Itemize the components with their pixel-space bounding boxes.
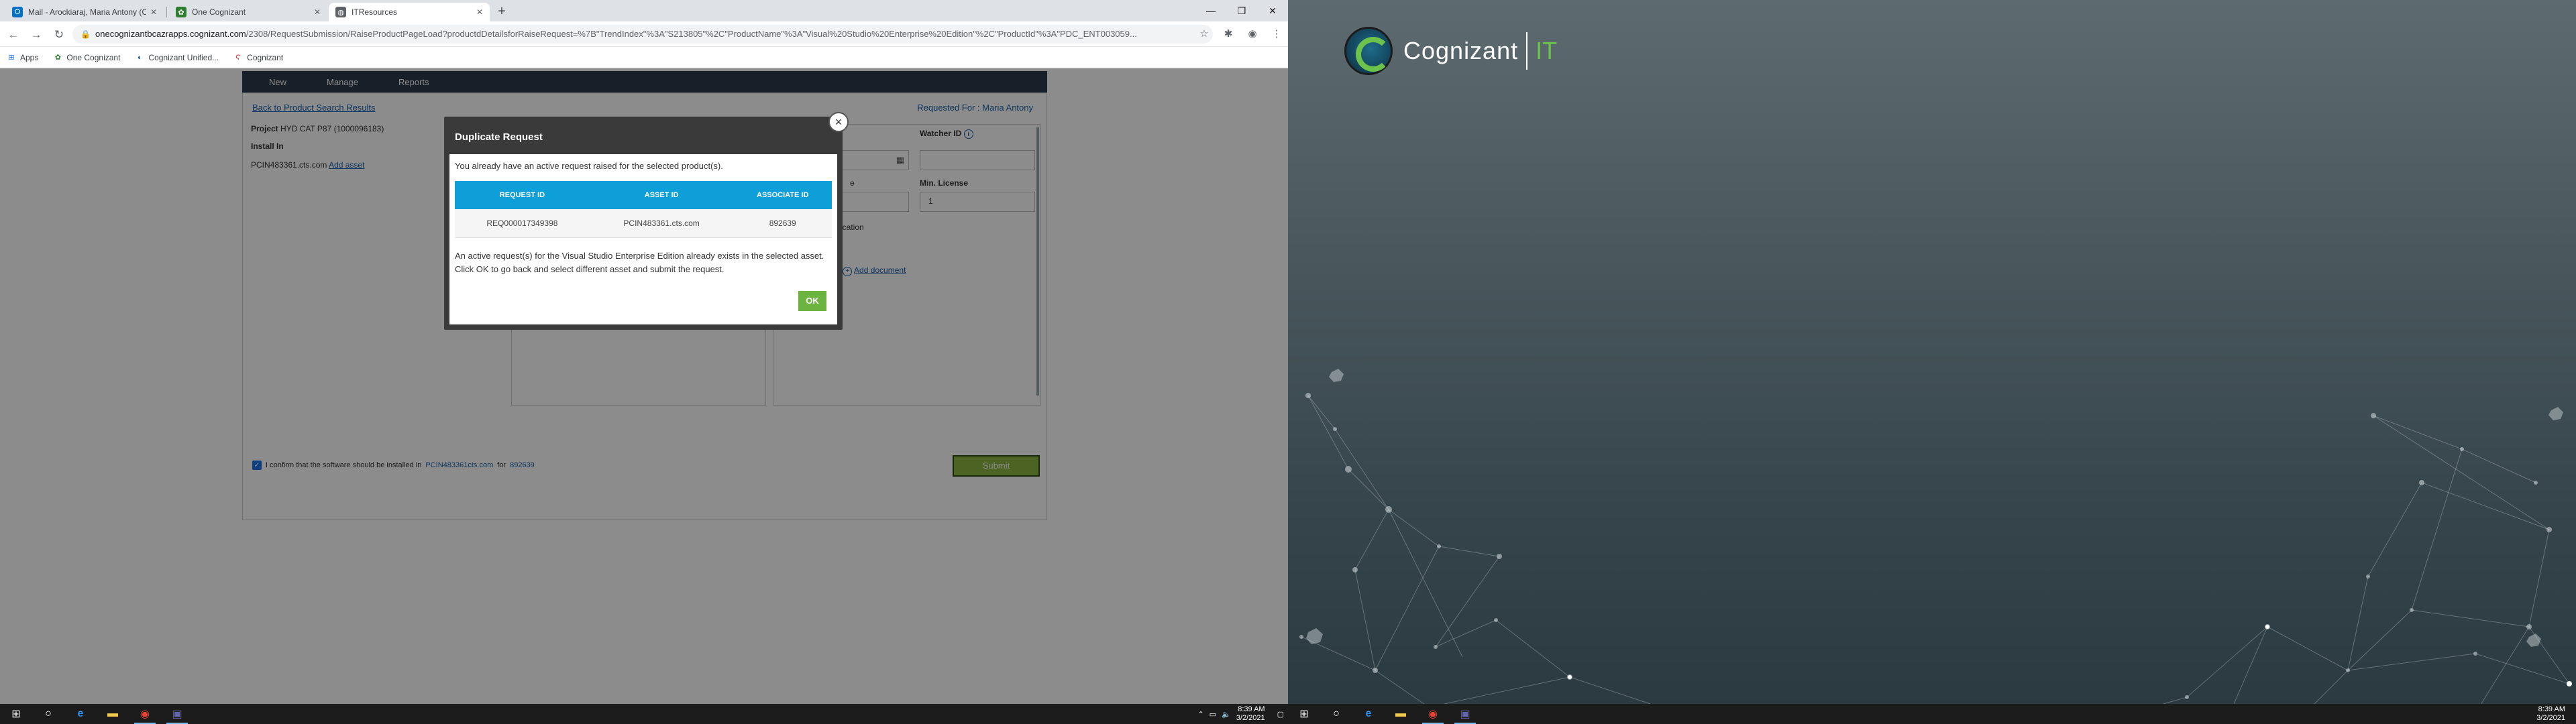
asset-id-cell: PCIN483361.cts.com [589, 209, 734, 238]
back-arrow-icon[interactable]: ← [5, 27, 21, 43]
one-cognizant-icon: ✿ [54, 53, 61, 62]
system-tray: ⌃ ▭ 🔈 8:39 AM 3/2/2021 ▢ [1197, 704, 1288, 724]
close-window-icon[interactable]: ✕ [1257, 0, 1288, 21]
logo-divider [1526, 32, 1528, 70]
bookmark-cognizant[interactable]: Ϛ Cognizant [233, 53, 283, 62]
network-background [1288, 369, 2572, 724]
monitor-2: Cognizant IT ⊞ ○ e ▬ ◉ ▣ 8:39 AM 3/2/202… [1288, 0, 2576, 724]
close-icon[interactable]: ✕ [476, 7, 483, 17]
column-header: REQUEST ID [455, 181, 590, 209]
globe-icon: ◍ [335, 7, 346, 17]
window-controls: — ❐ ✕ [1195, 0, 1288, 21]
chrome-icon[interactable]: ◉ [129, 704, 161, 724]
logo-word: Cognizant [1403, 37, 1519, 64]
tab-strip: O Mail - Arockiaraj, Maria Antony (Cogni… [0, 0, 1288, 21]
tab-itresources[interactable]: ◍ ITResources ✕ [329, 3, 490, 21]
close-icon[interactable]: ✕ [314, 7, 321, 17]
monitor-1: O Mail - Arockiaraj, Maria Antony (Cogni… [0, 0, 1288, 724]
profile-icon[interactable]: ◉ [1245, 27, 1260, 42]
edge-icon[interactable]: e [64, 704, 97, 724]
maximize-icon[interactable]: ❐ [1226, 0, 1257, 21]
cognizant-unified-icon: ◐ [138, 53, 142, 62]
taskbar: ⊞ ○ e ▬ ◉ ▣ ⌃ ▭ 🔈 8:39 AM 3/2/2021 ▢ [0, 704, 1288, 724]
teams-icon[interactable]: ▣ [1449, 704, 1481, 724]
outlook-icon: O [12, 7, 23, 17]
system-tray-2: 8:39 AM 3/2/2021 [2536, 704, 2576, 724]
logo-suffix: IT [1536, 37, 1558, 64]
notification-icon[interactable]: ▢ [1277, 710, 1284, 719]
search-icon[interactable]: ○ [32, 704, 64, 724]
cognizant-it-logo: Cognizant IT [1344, 27, 1557, 75]
bookmark-cognizant-unified[interactable]: ◐ Cognizant Unified... [135, 53, 219, 62]
edge-icon[interactable]: e [1352, 704, 1385, 724]
associate-id-cell: 892639 [733, 209, 832, 238]
dialog-title: Duplicate Request [449, 123, 837, 154]
extensions-icon[interactable]: ✱ [1221, 27, 1236, 42]
bookmark-apps[interactable]: ⊞ Apps [7, 53, 38, 62]
volume-icon[interactable]: 🔈 [1222, 710, 1231, 719]
chevron-up-icon[interactable]: ⌃ [1197, 710, 1203, 719]
minimize-icon[interactable]: — [1195, 0, 1226, 21]
star-icon[interactable]: ☆ [1197, 27, 1212, 42]
dialog-message: You already have an active request raise… [455, 161, 723, 171]
bookmarks-bar: ⊞ Apps ✿ One Cognizant ◐ Cognizant Unified.… [0, 47, 1288, 68]
new-tab-button[interactable]: + [494, 4, 510, 20]
cognizant-icon: Ϛ [235, 53, 241, 62]
start-icon[interactable]: ⊞ [1288, 704, 1320, 724]
tab-one-cognizant[interactable]: ✿ One Cognizant ✕ [169, 3, 327, 21]
request-id-cell: REQ000017349398 [455, 209, 590, 238]
forward-arrow-icon[interactable]: → [28, 27, 44, 43]
dialog-close-button[interactable]: × [828, 112, 849, 132]
lock-icon: 🔒 [80, 29, 91, 39]
file-explorer-icon[interactable]: ▬ [1385, 704, 1417, 724]
tab-separator [166, 7, 167, 17]
address-bar[interactable]: 🔒 onecognizantbcazrapps.cognizant.com/23… [72, 25, 1213, 44]
taskbar-2: ⊞ ○ e ▬ ◉ ▣ 8:39 AM 3/2/2021 [1288, 704, 2576, 724]
clock-2[interactable]: 8:39 AM 3/2/2021 [2536, 705, 2565, 723]
column-header: ASSOCIATE ID [733, 181, 832, 209]
cognizant-logo-mark [1344, 27, 1393, 75]
column-header: ASSET ID [589, 181, 734, 209]
one-cognizant-icon: ✿ [176, 7, 186, 17]
toolbar-icons: ☆ ✱ ◉ ⋮ [1197, 27, 1284, 42]
reload-icon[interactable]: ↻ [51, 27, 67, 43]
search-icon[interactable]: ○ [1320, 704, 1352, 724]
bookmark-one-cognizant[interactable]: ✿ One Cognizant [53, 53, 121, 62]
table-row: REQ000017349398 PCIN483361.cts.com 89263… [455, 209, 832, 238]
start-icon[interactable]: ⊞ [0, 704, 32, 724]
close-icon[interactable]: ✕ [150, 7, 157, 17]
teams-icon[interactable]: ▣ [161, 704, 193, 724]
dialog-note: An active request(s) for the Visual Stud… [455, 251, 824, 274]
menu-icon[interactable]: ⋮ [1269, 27, 1284, 42]
ok-button[interactable]: OK [798, 291, 826, 311]
file-explorer-icon[interactable]: ▬ [97, 704, 129, 724]
duplicate-table: REQUEST ID ASSET ID ASSOCIATE ID REQ0000… [455, 181, 832, 238]
chrome-icon[interactable]: ◉ [1417, 704, 1449, 724]
network-icon[interactable]: ▭ [1210, 710, 1216, 719]
apps-icon: ⊞ [8, 53, 15, 62]
duplicate-request-dialog: Duplicate Request You already have an ac… [444, 117, 843, 330]
browser-toolbar: ← → ↻ 🔒 onecognizantbcazrapps.cognizant.… [0, 21, 1288, 47]
tab-mail[interactable]: O Mail - Arockiaraj, Maria Antony (Cogni… [5, 3, 164, 21]
clock[interactable]: 8:39 AM 3/2/2021 [1236, 705, 1265, 723]
